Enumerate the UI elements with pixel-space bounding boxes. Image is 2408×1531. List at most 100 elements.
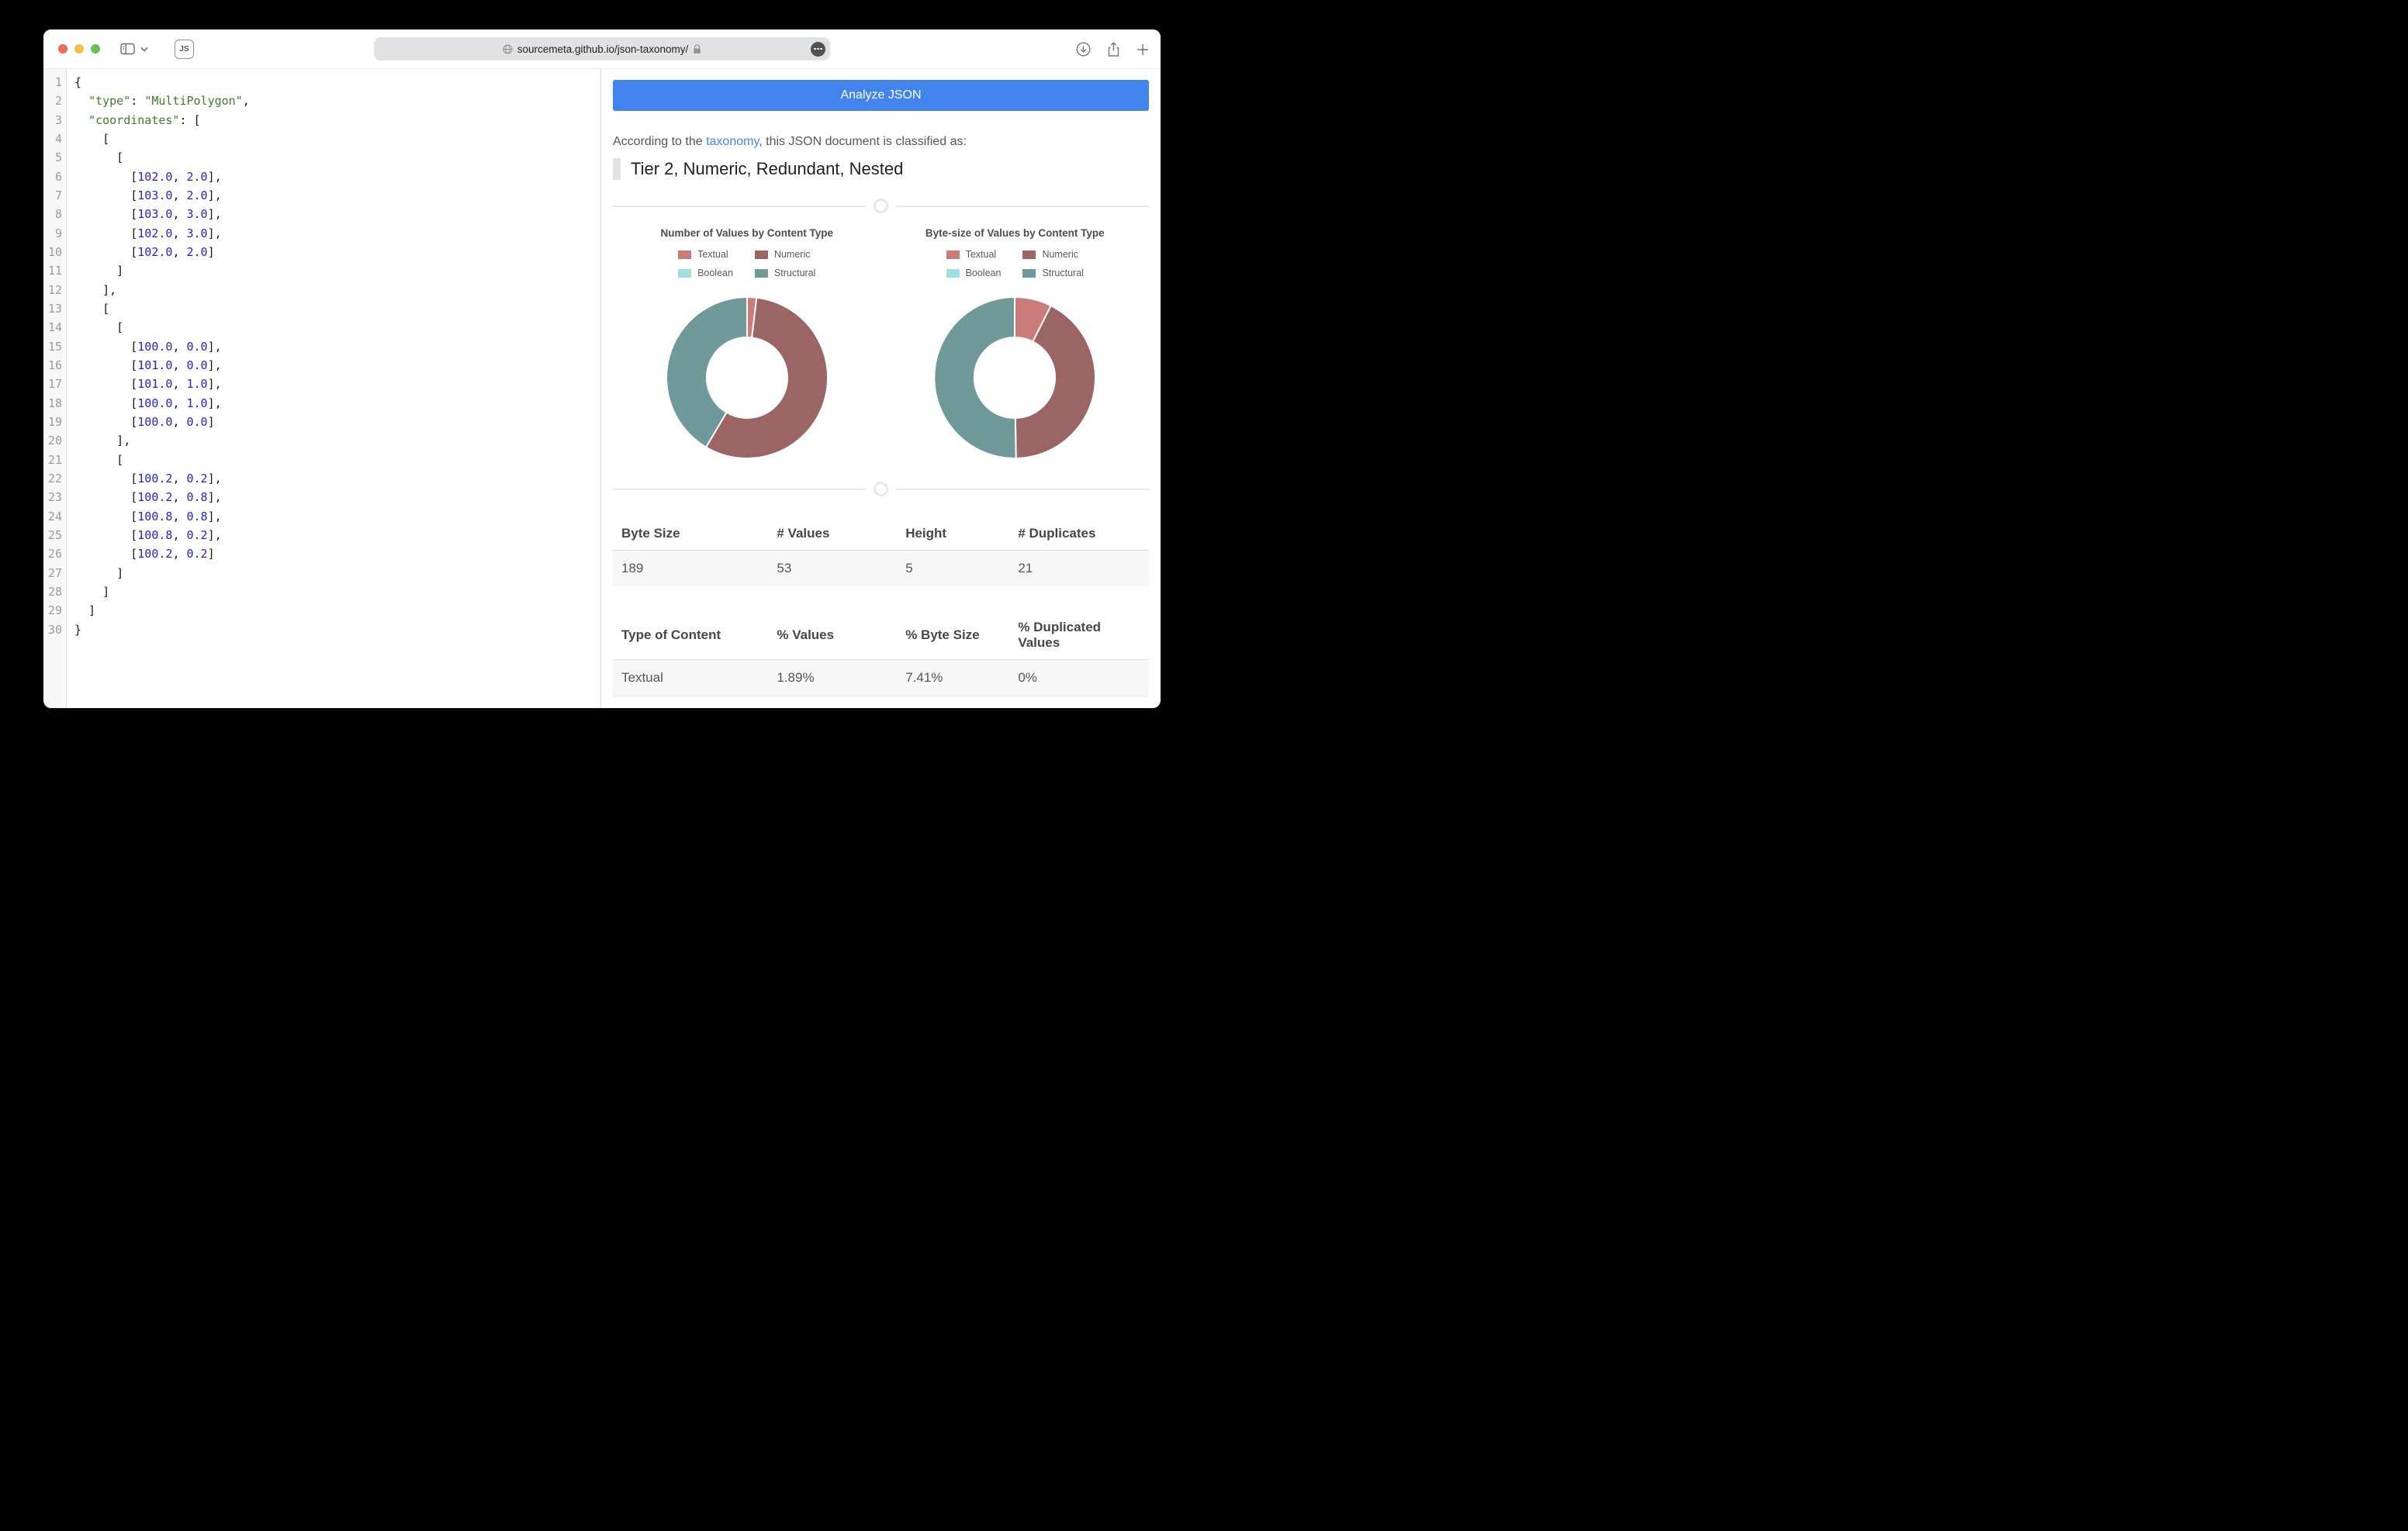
code-line[interactable]: ] [74,261,600,280]
browser-window: JS sourcemeta.github.io/json-taxonomy/ 1… [43,29,1161,708]
chart-title: Number of Values by Content Type [660,227,834,239]
close-window-button[interactable] [58,44,67,54]
code-line[interactable]: [100.8, 0.2], [74,526,600,544]
legend-item: Textual [946,249,1002,260]
code-line[interactable]: [102.0, 2.0], [74,168,600,186]
js-extension-button[interactable]: JS [175,39,194,59]
globe-icon [503,44,513,54]
code-line[interactable]: [ [74,318,600,337]
legend-item: Textual [678,249,733,260]
code-line[interactable]: ] [74,582,600,601]
code-line[interactable]: ] [74,601,600,620]
url-text: sourcemeta.github.io/json-taxonomy/ [517,43,689,55]
line-number: 25 [47,527,62,542]
donut-chart-svg [933,295,1097,460]
line-number: 13 [47,301,62,316]
chevron-down-icon[interactable] [140,47,148,52]
extension-badge-icon[interactable] [811,41,825,57]
column-header: % Duplicated Values [1009,611,1149,660]
code-line[interactable]: [ [74,130,600,148]
line-number: 12 [47,282,62,297]
code-line[interactable]: [102.0, 2.0] [74,243,600,261]
summary-table: Byte Size # Values Height # Duplicates 1… [613,517,1149,586]
code-line[interactable]: [ [74,451,600,469]
code-line[interactable]: [100.2, 0.2] [74,544,600,563]
new-tab-icon[interactable] [1137,43,1149,56]
column-header: # Duplicates [1009,517,1149,551]
line-number: 15 [47,339,62,354]
classification-prefix: According to the [613,135,707,148]
analyze-json-button[interactable]: Analyze JSON [613,80,1149,111]
code-line[interactable]: [100.0, 0.0] [74,413,600,431]
line-number: 29 [47,603,62,618]
legend-swatch [946,250,960,259]
line-number: 4 [54,131,62,146]
line-number: 17 [47,377,62,392]
code-area[interactable]: { "type": "MultiPolygon", "coordinates":… [67,69,600,708]
legend-swatch [754,250,768,259]
table-cell: Textual [621,670,663,685]
address-bar[interactable]: sourcemeta.github.io/json-taxonomy/ [374,37,830,60]
table-cell: Numeric [613,696,768,708]
section-divider [613,482,1149,496]
code-line[interactable]: [100.2, 0.8], [74,488,600,506]
legend-swatch [754,268,768,278]
code-line[interactable]: [ [74,299,600,318]
donut-slice [933,295,1017,459]
table-cell: 5 [905,561,913,575]
line-number: 21 [47,452,62,467]
charts-row: Number of Values by Content Type Textual… [613,213,1149,460]
line-number: 6 [54,169,62,184]
code-line[interactable]: { [74,73,600,92]
line-number: 3 [54,112,62,127]
sidebar-toggle-icon[interactable] [120,43,135,55]
divider-drag-handle[interactable] [874,199,888,213]
code-line[interactable]: ], [74,281,600,299]
legend-swatch [678,250,692,259]
lock-icon [693,43,701,54]
classification-suffix: , this JSON document is classified as: [759,135,967,148]
column-header: % Byte Size [897,611,1010,660]
line-number: 16 [47,358,62,372]
legend-label: Structural [1042,268,1084,278]
code-line[interactable]: [102.0, 3.0], [74,224,600,243]
code-line[interactable]: "coordinates": [ [74,111,600,130]
code-line[interactable]: ] [74,564,600,582]
chart-title: Byte-size of Values by Content Type [925,227,1105,239]
line-number: 5 [54,150,62,165]
share-icon[interactable] [1107,41,1120,57]
code-line[interactable]: [101.0, 0.0], [74,356,600,375]
browser-titlebar: JS sourcemeta.github.io/json-taxonomy/ [43,29,1161,69]
classification-heading: Tier 2, Numeric, Redundant, Nested [613,158,1149,180]
chart-legend: Textual Numeric Boolean Structural [946,249,1084,278]
line-number: 10 [47,244,62,259]
downloads-icon[interactable] [1076,42,1091,57]
legend-swatch [678,268,692,278]
zoom-window-button[interactable] [91,44,100,54]
table-cell: 189 [621,561,644,575]
code-line[interactable]: [100.0, 0.0], [74,337,600,356]
code-line[interactable]: [103.0, 3.0], [74,205,600,223]
content-type-table: Type of Content % Values % Byte Size % D… [613,611,1149,708]
code-line[interactable]: [100.8, 0.8], [74,507,600,526]
minimize-window-button[interactable] [74,44,84,54]
chart-legend: Textual Numeric Boolean Structural [678,249,815,278]
legend-label: Numeric [1042,249,1078,260]
code-line[interactable]: [103.0, 2.0], [74,186,600,205]
legend-item: Numeric [1022,249,1084,260]
code-line[interactable]: ], [74,431,600,450]
json-code-editor[interactable]: 1 2 3 4 5 6 7 8 9 10 11 12 13 14 15 16 17 18 19 20 21 22 23 24 2… [43,69,601,708]
code-line[interactable]: "type": "MultiPolygon", [74,92,600,110]
code-line[interactable]: } [74,620,600,639]
heading-accent-bar [613,158,621,180]
column-header: Type of Content [613,611,769,660]
code-line[interactable]: [100.0, 1.0], [74,394,600,413]
code-line[interactable]: [100.2, 0.2], [74,469,600,488]
code-line[interactable]: [101.0, 1.0], [74,375,600,393]
divider-drag-handle[interactable] [874,482,888,496]
code-line[interactable]: [ [74,148,600,167]
taxonomy-link[interactable]: taxonomy [706,135,759,148]
column-header: % Values [768,611,898,660]
line-number: 11 [47,264,62,278]
table-cell: 7.41% [905,670,943,685]
